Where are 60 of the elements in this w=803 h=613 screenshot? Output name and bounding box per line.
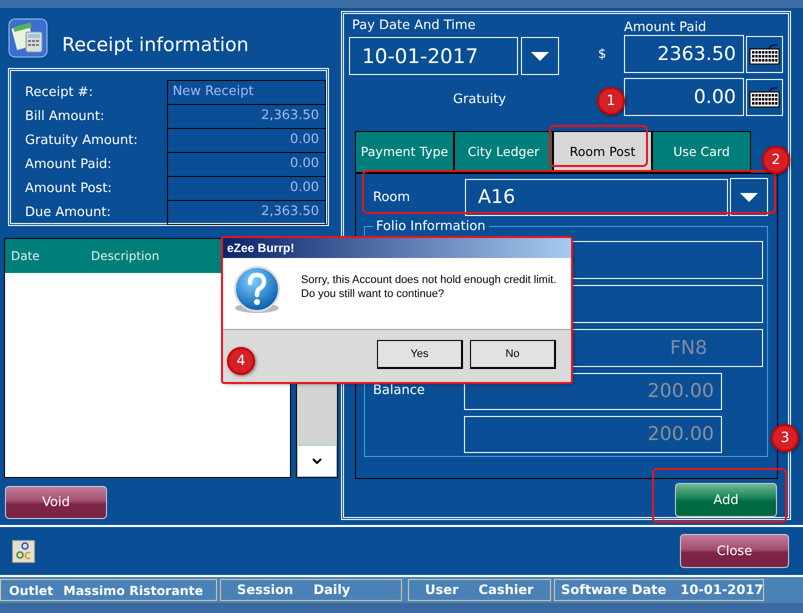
column-header: Description <box>91 249 160 263</box>
field-label: Due Amount: <box>24 204 112 222</box>
field-label: Amount Paid <box>624 20 706 35</box>
keyboard-icon <box>749 43 780 65</box>
field-label: Amount Post: <box>24 180 113 198</box>
tab[interactable]: Use Card <box>652 130 751 174</box>
value-field: 2,363.50 <box>166 104 326 129</box>
value-field: 0.00 <box>166 176 326 201</box>
chevron-down-icon <box>312 458 322 464</box>
value-field: 0.00 <box>166 152 326 177</box>
currency-symbol: $ <box>598 46 608 62</box>
tab[interactable]: City Ledger <box>454 130 553 174</box>
room-field[interactable]: A16 <box>465 178 728 216</box>
amount-field[interactable]: 2363.50 <box>624 35 744 73</box>
void-button[interactable]: Void <box>5 486 107 519</box>
field-label: Pay Date And Time <box>352 18 477 33</box>
status-value: Cashier <box>478 582 534 598</box>
status-value: 10-01-2017 <box>680 582 764 598</box>
field-label: Balance <box>372 382 426 400</box>
step-badge: 2 <box>762 146 790 174</box>
dialog-button[interactable]: Yes <box>377 340 463 369</box>
field-label: Gratuity <box>453 92 508 107</box>
caret-icon <box>529 50 551 62</box>
status-label: Session <box>237 582 294 598</box>
value-field: New Receipt <box>166 80 326 105</box>
field-label: Receipt #: <box>24 84 94 102</box>
status-label: User <box>425 582 459 598</box>
status-value: Daily <box>313 582 350 598</box>
column-header: Date <box>11 249 41 263</box>
dialog-message: Sorry, this Account does not hold enough credit limit. <box>301 273 556 287</box>
date-field[interactable]: 10-01-2017 <box>349 37 518 75</box>
field-label: Bill Amount: <box>24 108 106 126</box>
close-button[interactable]: Close <box>680 534 789 568</box>
add-button[interactable]: Add <box>675 483 777 517</box>
field-label: Room <box>372 190 412 205</box>
dialog-title: eZee Burrp! <box>223 238 571 258</box>
dropdown-button[interactable] <box>730 178 768 216</box>
value-field: 0.00 <box>166 128 326 153</box>
status-value: Massimo Ristorante <box>63 582 204 598</box>
step-badge: 3 <box>771 424 799 452</box>
page-title: Receipt information <box>62 34 249 56</box>
field-label: Amount Paid: <box>24 156 113 174</box>
spellcheck-button[interactable] <box>12 540 35 562</box>
dialog-message: Do you still want to continue? <box>301 287 446 301</box>
dialog-button[interactable]: No <box>470 340 556 369</box>
receipt-calculator-icon <box>8 18 48 58</box>
status-label: Software Date <box>561 582 666 598</box>
keyboard-icon <box>749 86 780 108</box>
field-label: Gratuity Amount: <box>24 132 139 150</box>
keyboard-button[interactable] <box>746 36 783 72</box>
balance-field: 200.00 <box>464 416 722 454</box>
dropdown-button[interactable] <box>521 37 559 75</box>
question-icon <box>233 266 281 314</box>
step-badge: 1 <box>597 87 625 115</box>
tab[interactable]: Payment Type <box>355 130 454 174</box>
caret-icon <box>738 190 760 204</box>
value-field: 2,363.50 <box>166 200 326 225</box>
gratuity-field[interactable]: 0.00 <box>624 78 744 116</box>
status-label: Outlet <box>9 582 54 598</box>
keyboard-button[interactable] <box>746 78 783 116</box>
